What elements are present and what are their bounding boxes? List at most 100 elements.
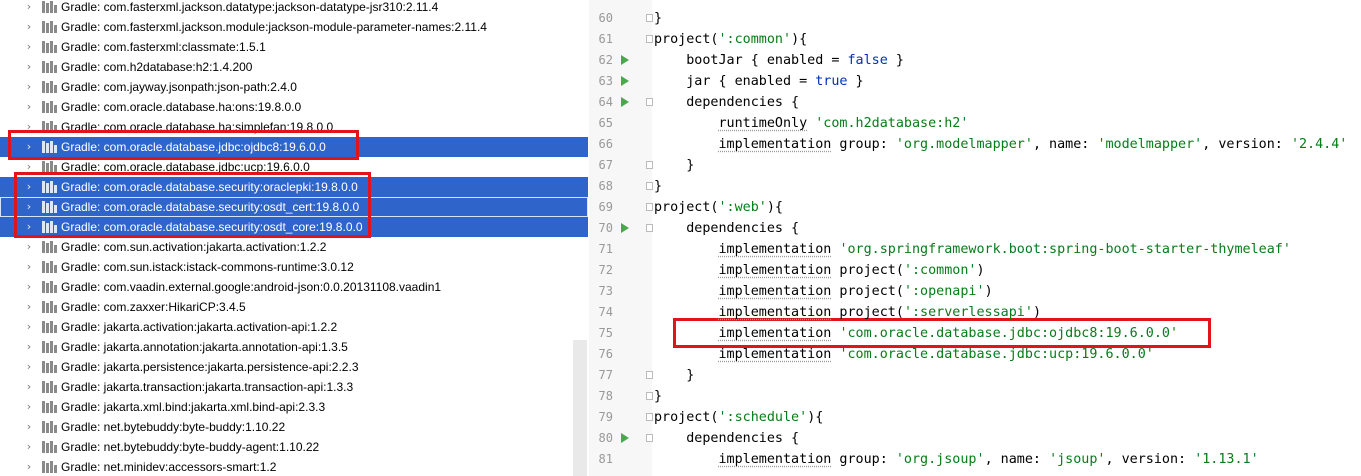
code-line[interactable]: jar { enabled = true } — [654, 71, 863, 92]
fold-icon[interactable] — [646, 434, 653, 442]
chevron-right-icon[interactable]: › — [24, 237, 34, 257]
code-line[interactable]: bootJar { enabled = false } — [654, 50, 904, 71]
chevron-right-icon[interactable]: › — [24, 297, 34, 317]
code-line[interactable]: implementation project(':common') — [654, 260, 985, 281]
tree-item[interactable]: › Gradle: com.zaxxer:HikariCP:3.4.5 — [0, 297, 588, 317]
fold-icon[interactable] — [646, 224, 653, 232]
code-token: 'org.jsoup' — [895, 452, 985, 467]
chevron-right-icon[interactable]: › — [24, 0, 34, 17]
chevron-right-icon[interactable]: › — [24, 357, 34, 377]
fold-icon[interactable] — [646, 161, 653, 169]
code-line[interactable]: project(':web'){ — [654, 197, 783, 218]
tree-item[interactable]: › Gradle: com.oracle.database.security:or… — [0, 177, 588, 197]
code-line[interactable]: dependencies { — [654, 218, 799, 239]
tree-item[interactable]: › Gradle: jakarta.activation:jakarta.acti… — [0, 317, 588, 337]
chevron-right-icon[interactable]: › — [24, 137, 34, 157]
chevron-right-icon[interactable]: › — [24, 437, 34, 457]
run-icon[interactable] — [621, 55, 629, 65]
chevron-right-icon[interactable]: › — [24, 337, 34, 357]
tree-item[interactable]: › Gradle: com.jayway.jsonpath:json-path:2… — [0, 77, 588, 97]
chevron-right-icon[interactable]: › — [24, 117, 34, 137]
chevron-right-icon[interactable]: › — [24, 17, 34, 37]
code-line[interactable]: } — [654, 176, 662, 197]
chevron-right-icon[interactable]: › — [24, 377, 34, 397]
run-icon[interactable] — [621, 433, 629, 443]
fold-icon[interactable] — [646, 371, 653, 379]
tree-item[interactable]: › Gradle: com.sun.activation:jakarta.acti… — [0, 237, 588, 257]
code-line[interactable]: implementation group: 'org.modelmapper',… — [654, 134, 1348, 155]
code-line[interactable]: runtimeOnly 'com.h2database:h2' — [654, 113, 969, 134]
code-token: jar { enabled = — [654, 74, 816, 89]
tree-item[interactable]: › Gradle: com.fasterxml.jackson.module:ja… — [0, 17, 588, 37]
chevron-right-icon[interactable]: › — [24, 77, 34, 97]
fold-icon[interactable] — [646, 14, 653, 22]
tree-item[interactable]: › Gradle: jakarta.xml.bind:jakarta.xml.bi… — [0, 397, 588, 417]
tree-scrollbar[interactable] — [573, 340, 587, 476]
chevron-right-icon[interactable]: › — [24, 157, 34, 177]
code-line[interactable]: implementation project(':openapi') — [654, 281, 993, 302]
code-token: 'com.h2database:h2' — [815, 116, 969, 131]
tree-item[interactable]: › Gradle: com.oracle.database.jdbc:ojdbc8… — [0, 137, 588, 157]
code-token: ){ — [807, 410, 824, 425]
tree-item[interactable]: › Gradle: net.bytebuddy:byte-buddy:1.10.2… — [0, 417, 588, 437]
code-token: project( — [654, 32, 719, 47]
library-icon — [42, 421, 57, 433]
run-icon[interactable] — [621, 97, 629, 107]
code-line[interactable]: } — [654, 386, 662, 407]
run-icon[interactable] — [621, 223, 629, 233]
chevron-right-icon[interactable]: › — [24, 397, 34, 417]
fold-icon[interactable] — [646, 35, 653, 43]
fold-icon[interactable] — [646, 413, 653, 421]
code-line[interactable]: implementation 'org.springframework.boot… — [654, 239, 1291, 260]
chevron-right-icon[interactable]: › — [24, 97, 34, 117]
chevron-right-icon[interactable]: › — [24, 257, 34, 277]
code-line[interactable]: implementation group: 'org.jsoup', name:… — [654, 449, 1259, 470]
chevron-right-icon[interactable]: › — [24, 277, 34, 297]
fold-icon[interactable] — [646, 182, 653, 190]
tree-item[interactable]: › Gradle: com.vaadin.external.google:andr… — [0, 277, 588, 297]
code-line[interactable]: dependencies { — [654, 428, 799, 449]
tree-item[interactable]: › Gradle: jakarta.annotation:jakarta.anno… — [0, 337, 588, 357]
chevron-right-icon[interactable]: › — [24, 197, 34, 217]
chevron-right-icon[interactable]: › — [24, 457, 34, 476]
chevron-right-icon[interactable]: › — [24, 37, 34, 57]
chevron-right-icon[interactable]: › — [24, 317, 34, 337]
tree-item[interactable]: › Gradle: com.oracle.database.ha:simplefa… — [0, 117, 588, 137]
tree-item[interactable]: › Gradle: com.oracle.database.security:os… — [0, 197, 588, 217]
code-token: , name: — [1032, 137, 1098, 152]
chevron-right-icon[interactable]: › — [24, 57, 34, 77]
code-token: } — [654, 389, 663, 404]
tree-item[interactable]: › Gradle: com.oracle.database.jdbc:ucp:19… — [0, 157, 588, 177]
tree-item[interactable]: › Gradle: com.h2database:h2:1.4.200 — [0, 57, 588, 77]
tree-item[interactable]: › Gradle: com.fasterxml:classmate:1.5.1 — [0, 37, 588, 57]
tree-item[interactable]: › Gradle: com.fasterxml.jackson.datatype:… — [0, 0, 588, 17]
run-icon[interactable] — [621, 76, 629, 86]
fold-icon[interactable] — [646, 203, 653, 211]
tree-item[interactable]: › Gradle: net.bytebuddy:byte-buddy-agent:… — [0, 437, 588, 457]
external-libraries-tree: › Gradle: com.fasterxml.jackson.datatype:… — [0, 0, 588, 476]
code-line[interactable]: } — [654, 8, 662, 29]
tree-item[interactable]: › Gradle: com.oracle.database.ha:ons:19.8… — [0, 97, 588, 117]
code-line[interactable]: implementation project(':serverlessapi') — [654, 302, 1042, 323]
fold-icon[interactable] — [646, 392, 653, 400]
chevron-right-icon[interactable]: › — [24, 217, 34, 237]
tree-item[interactable]: › Gradle: jakarta.persistence:jakarta.per… — [0, 357, 588, 377]
fold-icon[interactable] — [646, 98, 653, 106]
code-line[interactable]: project(':schedule'){ — [654, 407, 823, 428]
code-line[interactable]: implementation 'com.oracle.database.jdbc… — [654, 344, 1154, 365]
chevron-right-icon[interactable]: › — [24, 417, 34, 437]
code-line[interactable]: dependencies { — [654, 92, 799, 113]
tree-item[interactable]: › Gradle: com.sun.istack:istack-commons-r… — [0, 257, 588, 277]
code-line[interactable]: project(':common'){ — [654, 29, 807, 50]
library-icon — [42, 321, 57, 333]
code-line[interactable]: implementation 'com.oracle.database.jdbc… — [654, 323, 1179, 344]
chevron-right-icon[interactable]: › — [24, 177, 34, 197]
tree-item[interactable]: › Gradle: jakarta.transaction:jakarta.tra… — [0, 377, 588, 397]
tree-item[interactable]: › Gradle: net.minidev:accessors-smart:1.2 — [0, 457, 588, 476]
code-line[interactable]: } — [654, 155, 694, 176]
code-line[interactable]: } — [654, 365, 694, 386]
tree-item-label: Gradle: jakarta.persistence:jakarta.pers… — [61, 360, 359, 374]
tree-item[interactable]: › Gradle: com.oracle.database.security:os… — [0, 217, 588, 237]
